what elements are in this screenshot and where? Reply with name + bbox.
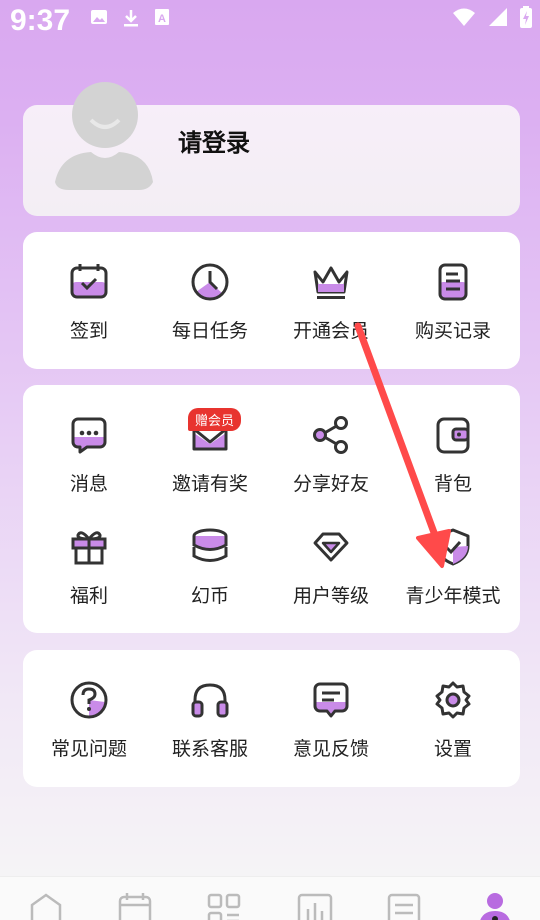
settings-label: 设置 [433, 738, 472, 760]
teen-mode-label: 青少年模式 [405, 585, 501, 607]
chart-icon[interactable] [295, 891, 335, 920]
profile-card[interactable]: 请登录 [23, 82, 520, 216]
wifi-icon [453, 8, 475, 26]
text-icon: A [155, 9, 169, 25]
grid-icon[interactable] [205, 891, 245, 920]
avatar-icon[interactable] [53, 82, 153, 190]
support-card: 常见问题 联系客服 意见反馈 设置 [23, 650, 520, 787]
calendar-icon[interactable] [115, 891, 155, 920]
quick-actions-card: 签到 每日任务 开通会员 购买记录 [23, 232, 520, 369]
wallet-icon [436, 417, 470, 454]
purchase-history-label: 购买记录 [414, 320, 491, 342]
receipt-icon [438, 263, 468, 301]
bottom-nav [0, 876, 540, 920]
login-prompt[interactable]: 请登录 [178, 123, 250, 158]
coins-icon [192, 528, 228, 562]
headset-icon [191, 683, 229, 718]
battery-icon [520, 6, 532, 28]
calendar-check-icon [70, 264, 108, 299]
gift-icon [71, 531, 107, 565]
diamond-icon [313, 532, 349, 562]
gear-icon [435, 681, 471, 719]
status-bar: 9:37 A [0, 0, 540, 48]
list-icon[interactable] [384, 891, 424, 920]
share-icon [313, 416, 348, 454]
invite-badge: 赠会员 [188, 408, 242, 431]
backpack-label: 背包 [433, 473, 472, 495]
feedback-icon [313, 682, 349, 718]
message-icon [71, 417, 107, 454]
clock-icon [191, 263, 229, 301]
crown-icon [313, 266, 349, 299]
signal-icon [489, 8, 507, 26]
status-time: 9:37 [10, 4, 71, 37]
download-icon [124, 10, 138, 27]
home-icon[interactable] [26, 891, 66, 920]
question-icon [70, 681, 108, 719]
shield-icon [436, 528, 470, 566]
svg-text:A: A [158, 13, 166, 25]
features-card: 消息 邀请有奖 分享好友 背包 福利 幻币 用户等级 青少年模式 [23, 385, 520, 633]
image-icon [91, 10, 107, 24]
profile-icon[interactable] [475, 891, 515, 920]
